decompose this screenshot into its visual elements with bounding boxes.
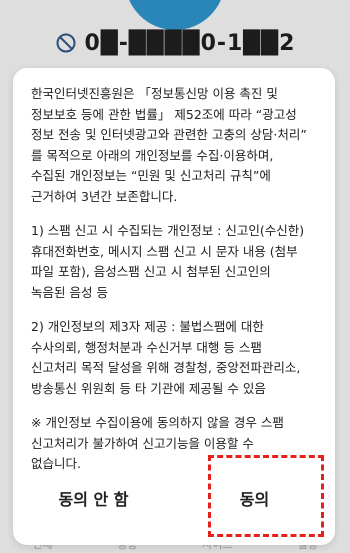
phone-number: 0█-████0-1██2 bbox=[84, 30, 296, 56]
agree-highlight-box bbox=[208, 455, 324, 537]
block-icon bbox=[56, 33, 76, 53]
consent-intro-paragraph: 한국인터넷진흥원은 「정보통신망 이용 촉진 및 정보보호 등에 관한 법률」 … bbox=[31, 86, 307, 204]
disagree-button[interactable]: 동의 안 함 bbox=[13, 468, 174, 528]
contact-avatar bbox=[125, 0, 225, 30]
dialog-body: 한국인터넷진흥원은 「정보통신망 이용 촉진 및 정보보호 등에 관한 법률」 … bbox=[31, 84, 323, 489]
collected-info-paragraph: 1) 스팸 신고 시 수집되는 개인정보 : 신고인(수신한) 휴대전화번호, … bbox=[31, 223, 305, 300]
phone-number-row: 0█-████0-1██2 bbox=[0, 28, 350, 58]
third-party-paragraph: 2) 개인정보의 제3자 제공 : 불법스팸에 대한 수사의뢰, 행정처분과 수… bbox=[31, 319, 301, 396]
